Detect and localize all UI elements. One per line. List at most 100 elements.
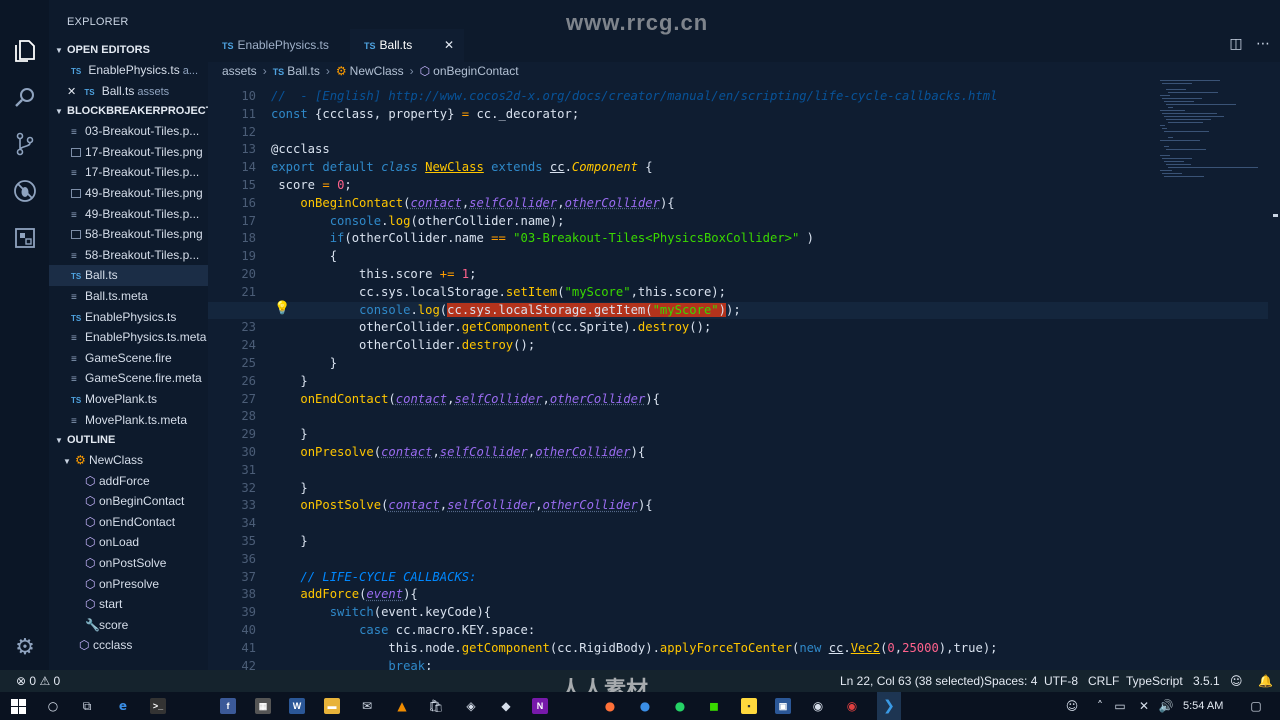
code-editor[interactable]: 1011121314151617181920212223242526272829… [208,80,1280,670]
ts-version[interactable]: 3.5.1 [1193,670,1220,692]
record-icon[interactable]: ◉ [842,696,862,716]
outline-item[interactable]: ⬡ ccclass [49,635,208,656]
breadcrumb-folder[interactable]: assets [222,64,257,78]
chevron-down-icon: ▼ [55,107,63,117]
file-item[interactable]: ≡ 17-Breakout-Tiles.p... [49,162,208,183]
text-file-icon: ≡ [71,209,77,221]
volume-icon[interactable]: 🔊 [1156,696,1176,716]
minimap-line [1162,113,1217,114]
app-icon[interactable]: ◆ [496,696,516,716]
encoding[interactable]: UTF-8 [1044,670,1078,692]
onenote-icon[interactable]: N [530,696,550,716]
image-file-icon [71,230,81,240]
edge-browser-icon[interactable]: e [113,696,133,716]
text-file-icon: ≡ [71,353,77,365]
network-icon[interactable]: ✕ [1134,696,1154,716]
search-icon[interactable] [12,84,38,110]
project-header[interactable]: ▼ BLOCKBREAKERPROJECT [49,101,208,121]
sticky-notes-icon[interactable]: ▪ [739,696,759,716]
app-icon[interactable]: ◼ [704,696,724,716]
outline-item[interactable]: ⬡ onPresolve [49,574,208,595]
debug-icon[interactable] [12,178,38,204]
file-item[interactable]: ≡ Ball.ts.meta [49,286,208,307]
terminal-icon[interactable]: >_ [148,696,168,716]
mail-icon[interactable]: ✉ [357,696,377,716]
file-item[interactable]: TS Ball.ts [49,265,208,286]
facebook-icon[interactable]: f [218,696,238,716]
store-icon[interactable]: 🛍 [426,696,446,716]
file-item[interactable]: 58-Breakout-Tiles.png [49,224,208,245]
open-editors-header[interactable]: ▼ OPEN EDITORS [49,40,208,60]
clock[interactable]: 5:54 AM [1183,692,1223,720]
outline-item[interactable]: ⬡ onPostSolve [49,553,208,574]
split-editor-icon[interactable]: ◫ [1229,36,1242,52]
file-item[interactable]: ≡ GameScene.fire [49,348,208,369]
cortana-search-icon[interactable]: ○ [43,696,63,716]
file-item[interactable]: ≡ 49-Breakout-Tiles.p... [49,204,208,225]
open-editor-item[interactable]: ✕ TS Ball.ts assets [49,81,208,102]
vscode-icon[interactable]: ❯ [877,692,901,720]
file-item[interactable]: 49-Breakout-Tiles.png [49,183,208,204]
app-icon[interactable]: ◉ [808,696,828,716]
indentation[interactable]: Spaces: 4 [984,670,1037,692]
vlc-icon[interactable]: ▲ [392,696,412,716]
word-icon[interactable]: W [287,696,307,716]
more-actions-icon[interactable]: ⋯ [1256,36,1270,52]
outline-header[interactable]: ▼ OUTLINE [49,430,208,450]
open-editor-item[interactable]: TS EnablePhysics.ts a... [49,60,208,81]
outline-item[interactable]: ⬡ onEndContact [49,512,208,533]
outline-item[interactable]: ⬡ addForce [49,471,208,492]
method-icon: ⬡ [85,535,96,550]
people-icon[interactable]: ☺ [1062,696,1082,716]
image-file-icon [71,188,81,198]
extensions-icon[interactable] [12,225,38,251]
problems-indicator[interactable]: ⊗ 0 ⚠ 0 [16,670,60,692]
breadcrumb-class[interactable]: NewClass [350,64,404,78]
file-item[interactable]: ≡ 03-Breakout-Tiles.p... [49,121,208,142]
outline-item[interactable]: 🔧score [49,615,208,636]
action-center-icon[interactable]: ▢ [1246,696,1266,716]
breadcrumb-method[interactable]: onBeginContact [433,64,518,78]
explorer-sidebar: EXPLORER ▼ OPEN EDITORS TS EnablePhysics.… [49,0,208,670]
notifications-bell-icon[interactable]: 🔔 [1258,670,1273,692]
file-item[interactable]: ≡ GameScene.fire.meta [49,368,208,389]
class-icon: ⚙ [75,453,86,468]
cursor-position[interactable]: Ln 22, Col 63 (38 selected) [840,670,984,692]
firefox-icon[interactable]: ● [600,696,620,716]
settings-gear-icon[interactable]: ⚙ [12,634,38,660]
source-control-icon[interactable] [12,131,38,157]
minimap[interactable] [1160,80,1272,190]
outline-class[interactable]: ▼ ⚙ NewClass [49,450,208,471]
browser-icon[interactable]: ● [635,696,655,716]
file-item[interactable]: TS MovePlank.ts [49,389,208,410]
file-item[interactable]: ≡ 58-Breakout-Tiles.p... [49,245,208,266]
outline-item[interactable]: ⬡ start [49,594,208,615]
outline-item[interactable]: ⬡ onLoad [49,532,208,553]
close-icon[interactable]: ✕ [444,29,454,62]
app-icon[interactable]: ▣ [773,696,793,716]
file-item[interactable]: ≡ MovePlank.ts.meta [49,410,208,431]
line-ending[interactable]: CRLF [1088,670,1119,692]
calculator-icon[interactable]: ▦ [253,696,273,716]
tray-chevron-icon[interactable]: ˄ [1090,696,1110,716]
scrollbar-marker[interactable] [1273,214,1278,217]
unity-icon[interactable]: ◈ [461,696,481,716]
close-icon[interactable]: ✕ [67,82,81,102]
files-icon[interactable] [12,38,38,64]
breadcrumb-file[interactable]: Ball.ts [287,64,320,78]
battery-icon[interactable]: ▭ [1110,696,1130,716]
file-item[interactable]: ≡ EnablePhysics.ts.meta [49,327,208,348]
whatsapp-icon[interactable]: ● [670,696,690,716]
tab-enablephysics[interactable]: TS EnablePhysics.ts [208,29,350,62]
lightbulb-icon[interactable]: 💡 [274,301,290,316]
tab-ball[interactable]: TS Ball.ts ✕ [350,29,464,62]
file-item[interactable]: TS EnablePhysics.ts [49,307,208,328]
minimap-line [1160,80,1220,81]
feedback-smiley-icon[interactable]: ☺ [1230,670,1243,692]
windows-start-icon[interactable] [8,696,28,716]
outline-item[interactable]: ⬡ onBeginContact [49,491,208,512]
file-explorer-icon[interactable]: ▬ [322,696,342,716]
language-mode[interactable]: TypeScript [1126,670,1183,692]
file-item[interactable]: 17-Breakout-Tiles.png [49,142,208,163]
task-view-icon[interactable]: ⧉ [77,696,97,716]
